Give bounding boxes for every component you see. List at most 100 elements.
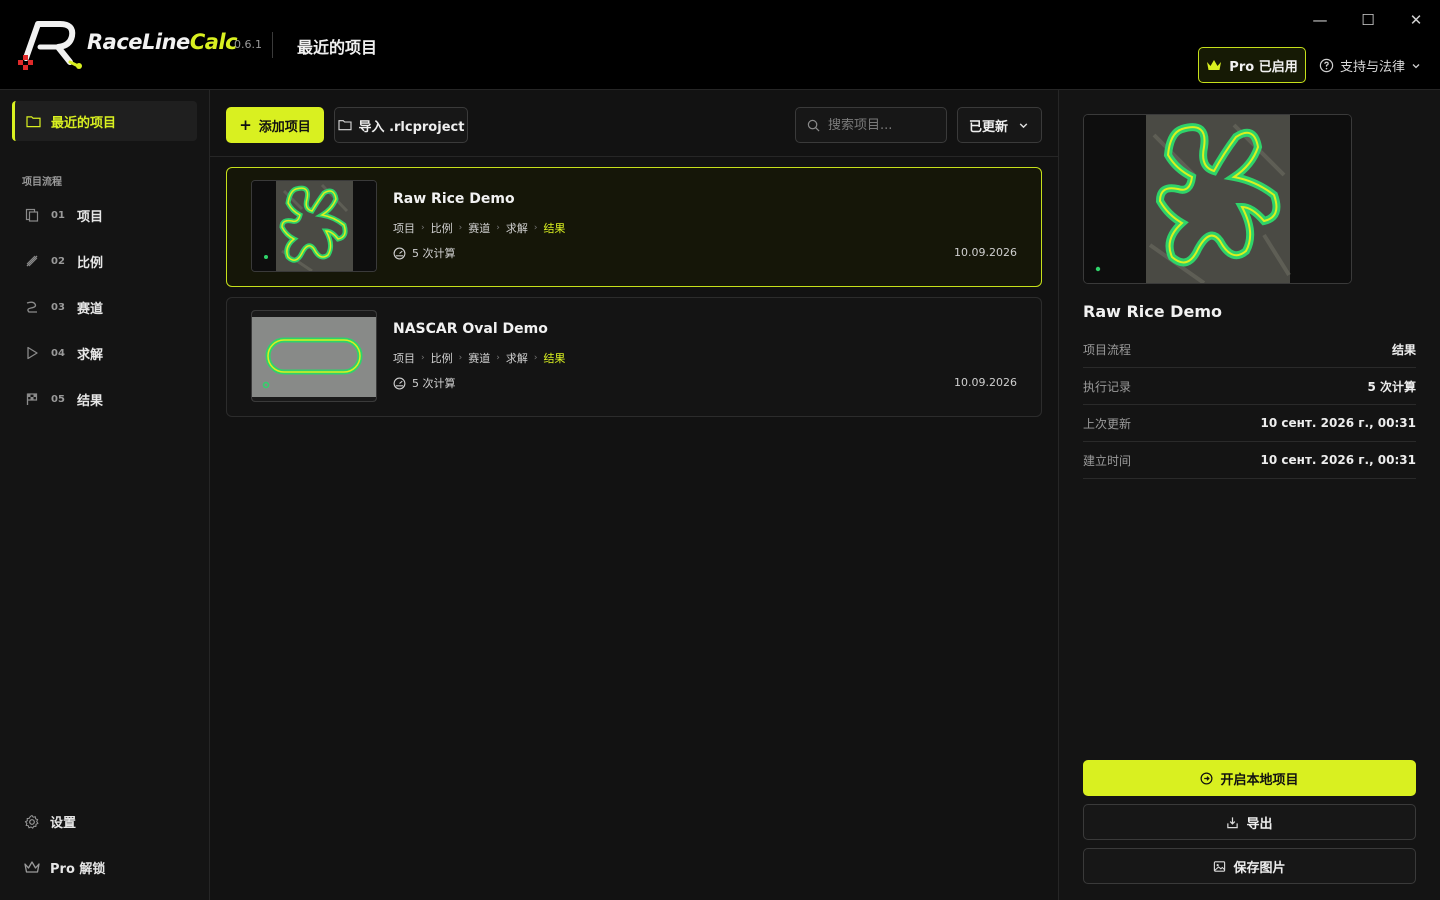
- workflow-step: 项目: [393, 352, 415, 365]
- project-card[interactable]: Raw Rice Demo 项目 › 比例 › 赛道 › 求解 › 结果 5 次计算 1…: [226, 167, 1042, 287]
- step-number: 02: [51, 255, 65, 267]
- sidebar-section-label: 项目流程: [22, 177, 62, 188]
- details-row-runs: 执行记录 5 次计算: [1083, 368, 1416, 405]
- chevron-right-icon: ›: [496, 353, 500, 363]
- gear-icon: [24, 814, 39, 829]
- title-bar: RaceLineCalc 0.6.1 最近的项目 — ☐ ✕ Pro 已启用 支…: [0, 0, 1440, 90]
- workflow-step: 赛道: [468, 352, 491, 365]
- route-icon: [24, 299, 40, 315]
- chevron-right-icon: ›: [496, 223, 500, 233]
- add-project-button[interactable]: + 添加项目: [226, 107, 324, 143]
- sidebar-item-project[interactable]: 01 项目: [24, 204, 103, 226]
- app-version: 0.6.1: [234, 38, 262, 51]
- pro-status-label: Pro 已启用: [1229, 59, 1298, 75]
- arrow-circle-icon: [1200, 772, 1213, 784]
- pro-unlock-button[interactable]: Pro 解锁: [24, 858, 105, 877]
- maximize-button[interactable]: ☐: [1352, 8, 1384, 32]
- import-project-label: 导入 .rlcproject: [358, 119, 465, 135]
- chevron-right-icon: ›: [458, 353, 463, 363]
- export-button[interactable]: 导出: [1083, 804, 1416, 840]
- step-number: 04: [51, 347, 65, 359]
- sort-dropdown[interactable]: 已更新: [957, 107, 1042, 143]
- project-workflow-steps: 项目 › 比例 › 赛道 › 求解 › 结果: [393, 350, 565, 366]
- help-circle-icon: [1319, 58, 1334, 73]
- support-menu[interactable]: 支持与法律: [1319, 56, 1421, 75]
- step-number: 01: [51, 209, 65, 221]
- details-value: 10 сент. 2026 г., 00:31: [1260, 416, 1416, 430]
- runs-count: 5 次计算: [412, 247, 456, 260]
- close-button[interactable]: ✕: [1400, 8, 1432, 32]
- image-icon: [1214, 860, 1226, 872]
- workflow-step-current: 结果: [543, 222, 566, 235]
- details-key: 执行记录: [1083, 379, 1132, 394]
- pro-status-button[interactable]: Pro 已启用: [1198, 47, 1306, 83]
- project-card[interactable]: NASCAR Oval Demo 项目 › 比例 › 赛道 › 求解 › 结果 5 次计…: [226, 297, 1042, 417]
- project-runs: 5 次计算: [393, 375, 456, 391]
- open-local-project-label: 开启本地项目: [1220, 772, 1299, 788]
- folder-icon: [26, 115, 41, 127]
- title-divider: [272, 32, 273, 58]
- sidebar-item-scale[interactable]: 02 比例: [24, 250, 103, 272]
- chevron-right-icon: ›: [533, 353, 538, 363]
- details-key: 项目流程: [1083, 342, 1132, 357]
- save-image-label: 保存图片: [1233, 860, 1286, 876]
- download-icon: [1227, 816, 1239, 828]
- save-image-button[interactable]: 保存图片: [1083, 848, 1416, 884]
- details-row-workflow: 项目流程 结果: [1083, 331, 1416, 368]
- chevron-right-icon: ›: [421, 353, 425, 363]
- details-value: 5 次计算: [1367, 379, 1416, 394]
- search-icon: [807, 119, 820, 131]
- chevron-right-icon: ›: [533, 223, 538, 233]
- chevron-down-icon: [1412, 63, 1420, 68]
- project-thumbnail: [251, 180, 377, 272]
- open-local-project-button[interactable]: 开启本地项目: [1083, 760, 1416, 796]
- runs-count: 5 次计算: [412, 377, 456, 390]
- sidebar-item-label: 最近的项目: [51, 115, 117, 131]
- gauge-icon: [393, 247, 406, 259]
- project-date: 10.09.2026: [954, 376, 1017, 389]
- minimize-button[interactable]: —: [1304, 8, 1336, 32]
- project-workflow-steps: 项目 › 比例 › 赛道 › 求解 › 结果: [393, 220, 565, 236]
- crown-icon: [1207, 59, 1222, 70]
- project-thumbnail: [251, 310, 377, 402]
- project-title: Raw Rice Demo: [393, 191, 515, 207]
- project-preview-image: [1083, 114, 1352, 284]
- workflow-step: 赛道: [468, 222, 491, 235]
- gauge-icon: [393, 377, 406, 389]
- page-title: 最近的项目: [297, 38, 378, 57]
- workflow-step: 求解: [505, 352, 528, 365]
- sidebar-item-recent-projects[interactable]: 最近的项目: [12, 101, 197, 141]
- workflow-step: 项目: [393, 222, 415, 235]
- play-icon: [24, 345, 40, 361]
- flag-icon: [24, 391, 40, 407]
- workflow-step: 比例: [430, 222, 453, 235]
- details-row-updated: 上次更新 10 сент. 2026 г., 00:31: [1083, 405, 1416, 442]
- step-label: 求解: [77, 347, 104, 363]
- chevron-right-icon: ›: [421, 223, 425, 233]
- step-number: 03: [51, 301, 65, 313]
- step-label: 比例: [77, 255, 104, 271]
- file-copy-icon: [24, 207, 40, 223]
- support-menu-label: 支持与法律: [1340, 60, 1406, 75]
- workflow-step: 求解: [505, 222, 528, 235]
- settings-button[interactable]: 设置: [24, 812, 76, 831]
- ruler-icon: [24, 253, 40, 269]
- sidebar-item-results[interactable]: 05 结果: [24, 388, 103, 410]
- details-key: 建立时间: [1083, 453, 1132, 468]
- sidebar: 最近的项目 项目流程 01 项目 02 比例 03 赛道 04 求解 05 结果: [0, 90, 210, 900]
- sort-value: 已更新: [969, 119, 1009, 135]
- search-input[interactable]: [828, 117, 938, 133]
- sidebar-item-solve[interactable]: 04 求解: [24, 342, 103, 364]
- export-label: 导出: [1246, 816, 1273, 832]
- sidebar-item-track[interactable]: 03 赛道: [24, 296, 103, 318]
- crown-icon: [24, 861, 40, 873]
- import-project-button[interactable]: 导入 .rlcproject: [334, 107, 468, 143]
- chevron-right-icon: ›: [458, 223, 463, 233]
- step-label: 项目: [77, 209, 104, 225]
- details-key: 上次更新: [1083, 416, 1132, 431]
- project-title: NASCAR Oval Demo: [393, 321, 548, 337]
- folder-icon: [337, 120, 352, 131]
- add-project-label: 添加项目: [258, 119, 311, 135]
- settings-label: 设置: [50, 816, 77, 831]
- search-box[interactable]: [795, 107, 947, 143]
